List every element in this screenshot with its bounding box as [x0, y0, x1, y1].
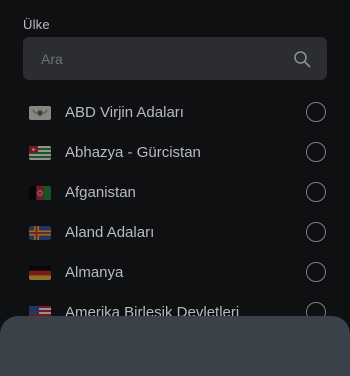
- country-row[interactable]: Afganistan: [0, 173, 350, 213]
- germany-flag-icon: [29, 266, 51, 280]
- country-name: Aland Adaları: [65, 224, 155, 241]
- afghanistan-flag-icon: [29, 186, 51, 200]
- radio-button[interactable]: [306, 142, 326, 162]
- search-icon[interactable]: [293, 50, 311, 68]
- country-row[interactable]: Aland Adaları: [0, 213, 350, 253]
- country-name: Almanya: [65, 264, 124, 281]
- abkhazia-flag-icon: [29, 146, 51, 160]
- radio-button[interactable]: [306, 102, 326, 122]
- radio-button[interactable]: [306, 262, 326, 282]
- bottom-sheet[interactable]: [0, 316, 350, 376]
- country-row[interactable]: ABD Virjin Adaları: [0, 93, 350, 133]
- country-name: Abhazya - Gürcistan: [65, 144, 201, 161]
- aland-islands-flag-icon: [29, 226, 51, 240]
- us-virgin-islands-flag-icon: [29, 106, 51, 120]
- radio-button[interactable]: [306, 222, 326, 242]
- country-name: Afganistan: [65, 184, 136, 201]
- country-row[interactable]: Almanya: [0, 253, 350, 293]
- country-row[interactable]: Abhazya - Gürcistan: [0, 133, 350, 173]
- country-list: ABD Virjin Adaları Abhazya - Gürcistan A…: [0, 93, 350, 333]
- search-bar[interactable]: [23, 37, 327, 80]
- country-label: Ülke: [23, 17, 50, 32]
- search-input[interactable]: [41, 37, 291, 80]
- country-name: ABD Virjin Adaları: [65, 104, 184, 121]
- radio-button[interactable]: [306, 182, 326, 202]
